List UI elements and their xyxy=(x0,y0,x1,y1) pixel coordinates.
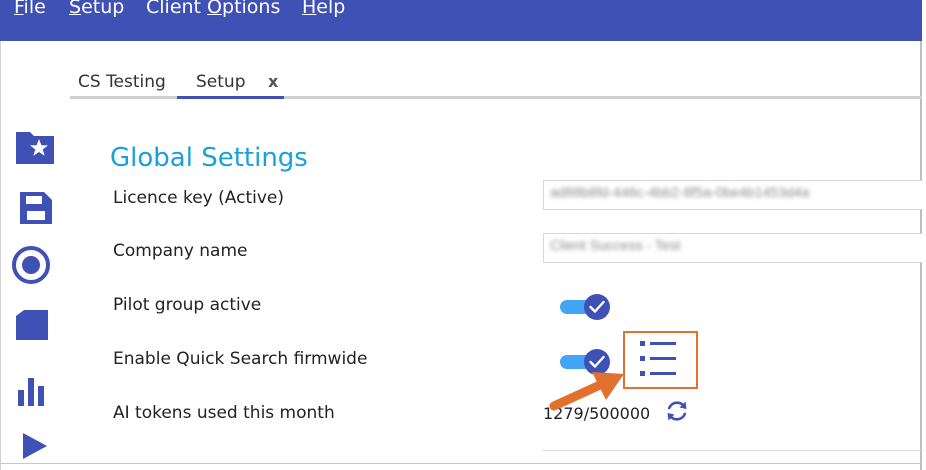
tab-active-indicator xyxy=(177,96,284,99)
arrow-annotation-icon xyxy=(549,372,624,411)
toggle-knob xyxy=(584,294,610,320)
check-icon xyxy=(589,355,605,368)
licence-key-label: Licence key (Active) xyxy=(113,188,284,208)
tab-setup[interactable]: Setup xyxy=(196,72,245,92)
record-icon[interactable] xyxy=(12,242,58,288)
quick-search-label: Enable Quick Search firmwide xyxy=(113,349,368,369)
menu-client-options[interactable]: Client Options xyxy=(146,0,280,18)
bar-chart-icon[interactable] xyxy=(12,368,58,414)
menu-setup[interactable]: Setup xyxy=(69,0,124,18)
pilot-group-toggle[interactable] xyxy=(558,293,612,321)
ai-tokens-label: AI tokens used this month xyxy=(113,403,335,423)
play-icon[interactable] xyxy=(12,424,58,470)
tab-cs-testing[interactable]: CS Testing xyxy=(78,72,166,92)
company-name-label: Company name xyxy=(113,241,248,261)
folder-star-icon[interactable] xyxy=(12,124,58,170)
licence-key-field[interactable]: ad88b8fd-446c-4bb2-8f5a-0be4b1453d4a xyxy=(543,180,923,210)
folder-icon[interactable] xyxy=(12,302,58,348)
check-icon xyxy=(589,300,605,313)
list-icon xyxy=(640,341,676,376)
menu-help[interactable]: Help xyxy=(302,0,345,18)
page-title: Global Settings xyxy=(110,143,308,173)
company-name-field[interactable]: Client Success - Test xyxy=(543,233,923,263)
save-icon[interactable] xyxy=(12,184,58,230)
refresh-icon[interactable] xyxy=(664,398,690,424)
tab-setup-close-icon[interactable]: x xyxy=(268,72,278,91)
frame-border-left xyxy=(0,41,1,470)
menu-file[interactable]: File xyxy=(14,0,46,18)
quick-search-options-icon[interactable] xyxy=(623,331,698,389)
pilot-group-label: Pilot group active xyxy=(113,295,262,315)
next-row-field xyxy=(543,450,923,464)
menu-bar: File Setup Client Options Help xyxy=(0,0,922,41)
